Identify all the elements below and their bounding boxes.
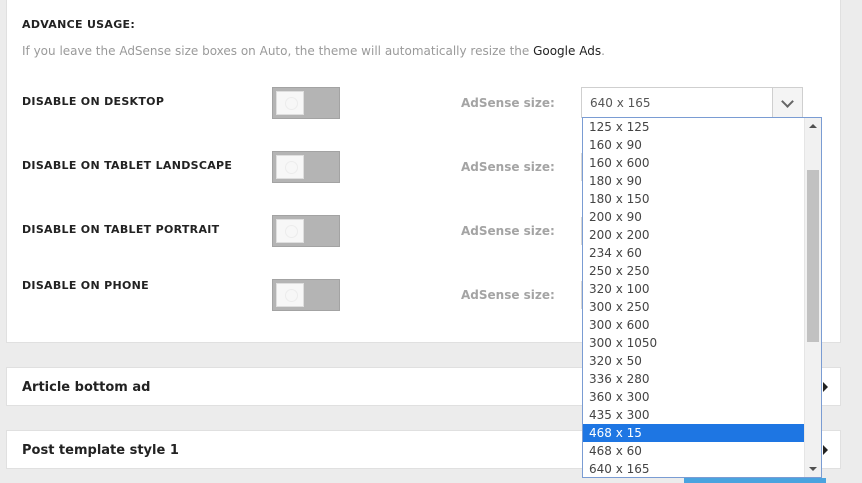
desktop-adsense-select[interactable]: 640 x 165 bbox=[581, 87, 803, 118]
scroll-down-arrow-icon[interactable] bbox=[809, 467, 817, 471]
save-button-edge[interactable] bbox=[684, 478, 826, 483]
dropdown-option[interactable]: 234 x 60 bbox=[583, 244, 805, 262]
disable-tablet-portrait-label: DISABLE ON TABLET PORTRAIT bbox=[22, 223, 220, 236]
card-title: Article bottom ad bbox=[22, 380, 151, 395]
google-ads-text: Google Ads bbox=[533, 44, 602, 58]
chevron-down-icon[interactable] bbox=[772, 88, 802, 117]
dropdown-option[interactable]: 435 x 300 bbox=[583, 406, 805, 424]
dropdown-option[interactable]: 160 x 600 bbox=[583, 154, 805, 172]
dropdown-option[interactable]: 300 x 600 bbox=[583, 316, 805, 334]
scroll-up-arrow-icon[interactable] bbox=[809, 124, 817, 128]
disable-tablet-landscape-toggle[interactable] bbox=[272, 151, 340, 183]
help-text-prefix: If you leave the AdSense size boxes on A… bbox=[22, 44, 534, 58]
scroll-thumb[interactable] bbox=[807, 170, 819, 342]
dropdown-option[interactable]: 468 x 60 bbox=[583, 442, 805, 460]
section-title: ADVANCE USAGE: bbox=[22, 18, 136, 31]
disable-desktop-toggle[interactable] bbox=[272, 87, 340, 119]
dropdown-option[interactable]: 336 x 280 bbox=[583, 370, 805, 388]
toggle-knob bbox=[276, 155, 304, 179]
card-title: Post template style 1 bbox=[22, 443, 179, 458]
dropdown-option[interactable]: 200 x 200 bbox=[583, 226, 805, 244]
toggle-knob bbox=[276, 219, 304, 243]
dropdown-option[interactable]: 180 x 150 bbox=[583, 190, 805, 208]
dropdown-option[interactable]: 640 x 165 bbox=[583, 460, 805, 477]
caret-right-icon bbox=[823, 445, 828, 455]
dropdown-option[interactable]: 360 x 300 bbox=[583, 388, 805, 406]
dropdown-scrollbar[interactable] bbox=[804, 118, 821, 477]
adsense-size-dropdown-list[interactable]: 125 x 125 160 x 90 160 x 600 180 x 90 18… bbox=[582, 117, 822, 478]
dropdown-option[interactable]: 320 x 50 bbox=[583, 352, 805, 370]
toggle-knob bbox=[276, 91, 304, 115]
tablet-landscape-adsense-size-label: AdSense size: bbox=[461, 160, 555, 174]
dropdown-option[interactable]: 300 x 1050 bbox=[583, 334, 805, 352]
dropdown-option[interactable]: 180 x 90 bbox=[583, 172, 805, 190]
disable-desktop-label: DISABLE ON DESKTOP bbox=[22, 95, 165, 108]
dropdown-option-highlighted[interactable]: 468 x 15 bbox=[583, 424, 805, 442]
dropdown-option[interactable]: 250 x 250 bbox=[583, 262, 805, 280]
dropdown-option[interactable]: 320 x 100 bbox=[583, 280, 805, 298]
dropdown-option[interactable]: 300 x 250 bbox=[583, 298, 805, 316]
toggle-knob bbox=[276, 283, 304, 307]
disable-tablet-portrait-toggle[interactable] bbox=[272, 215, 340, 247]
dropdown-option[interactable]: 200 x 90 bbox=[583, 208, 805, 226]
desktop-adsense-size-label: AdSense size: bbox=[461, 96, 555, 110]
disable-phone-label: DISABLE ON PHONE bbox=[22, 279, 149, 292]
disable-phone-toggle[interactable] bbox=[272, 279, 340, 311]
caret-right-icon bbox=[823, 382, 828, 392]
phone-adsense-size-label: AdSense size: bbox=[461, 288, 555, 302]
disable-tablet-landscape-label: DISABLE ON TABLET LANDSCAPE bbox=[22, 159, 233, 172]
tablet-portrait-adsense-size-label: AdSense size: bbox=[461, 224, 555, 238]
dropdown-option[interactable]: 160 x 90 bbox=[583, 136, 805, 154]
select-value: 640 x 165 bbox=[590, 96, 651, 110]
dropdown-option[interactable]: 125 x 125 bbox=[583, 118, 805, 136]
help-text-suffix: . bbox=[601, 44, 605, 58]
help-text: If you leave the AdSense size boxes on A… bbox=[22, 44, 605, 58]
